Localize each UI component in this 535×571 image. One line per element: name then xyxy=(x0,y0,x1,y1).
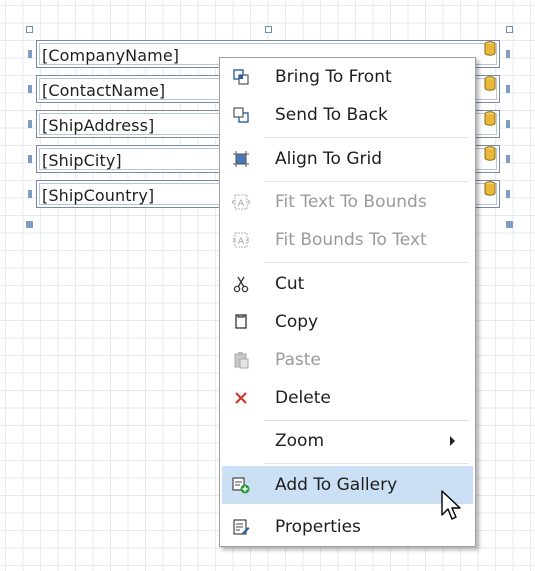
menu-item-paste[interactable]: Paste xyxy=(222,341,473,379)
menu-item-bring-to-front[interactable]: Bring To Front xyxy=(222,58,473,96)
menu-item-label: Send To Back xyxy=(275,105,388,125)
menu-item-label: Fit Bounds To Text xyxy=(275,230,427,250)
selection-handle-bottom-right[interactable] xyxy=(506,221,513,228)
selection-handle-top-center[interactable] xyxy=(265,26,272,33)
menu-separator xyxy=(264,420,469,421)
field-resize-grip-left[interactable] xyxy=(28,190,32,198)
submenu-arrow-icon xyxy=(450,436,455,446)
field-resize-grip-left[interactable] xyxy=(28,155,32,163)
menu-item-label: Zoom xyxy=(275,431,325,451)
menu-item-label: Properties xyxy=(275,517,361,537)
delete-icon xyxy=(235,392,247,404)
fit-bounds-to-text-icon: A xyxy=(232,232,250,248)
menu-separator xyxy=(264,262,469,263)
menu-item-fit-text-to-bounds[interactable]: A Fit Text To Bounds xyxy=(222,183,473,221)
field-resize-grip-right[interactable] xyxy=(506,50,510,58)
database-icon[interactable] xyxy=(484,146,496,161)
menu-item-align-to-grid[interactable]: Align To Grid xyxy=(222,140,473,178)
context-menu: Bring To Front Send To Back Align To Gri… xyxy=(219,57,476,547)
menu-item-label: Bring To Front xyxy=(275,67,392,87)
menu-item-label: Delete xyxy=(275,388,331,408)
cut-icon xyxy=(233,276,249,293)
field-resize-grip-left[interactable] xyxy=(28,120,32,128)
database-icon[interactable] xyxy=(484,76,496,91)
menu-separator xyxy=(264,463,469,464)
database-icon[interactable] xyxy=(484,41,496,56)
align-to-grid-icon xyxy=(233,151,249,167)
menu-item-label: Add To Gallery xyxy=(275,475,398,495)
database-icon[interactable] xyxy=(484,111,496,126)
paste-icon xyxy=(234,352,249,369)
menu-item-label: Fit Text To Bounds xyxy=(275,192,427,212)
add-to-gallery-icon xyxy=(232,477,250,494)
field-label: [ShipAddress] xyxy=(42,116,155,135)
menu-item-label: Align To Grid xyxy=(275,149,383,169)
svg-text:A: A xyxy=(238,237,245,247)
field-resize-grip-right[interactable] xyxy=(506,85,510,93)
selection-handle-top-right[interactable] xyxy=(506,26,513,33)
field-resize-grip-right[interactable] xyxy=(506,190,510,198)
copy-icon xyxy=(235,314,247,329)
field-resize-grip-left[interactable] xyxy=(28,50,32,58)
menu-item-fit-bounds-to-text[interactable]: A Fit Bounds To Text xyxy=(222,221,473,259)
mouse-pointer-icon xyxy=(441,490,461,520)
selection-handle-bottom-left[interactable] xyxy=(26,221,33,228)
menu-item-zoom[interactable]: Zoom xyxy=(222,422,473,460)
send-to-back-icon xyxy=(233,107,249,123)
menu-item-copy[interactable]: Copy xyxy=(222,303,473,341)
menu-item-send-to-back[interactable]: Send To Back xyxy=(222,96,473,134)
database-icon[interactable] xyxy=(484,181,496,196)
menu-item-label: Paste xyxy=(275,350,321,370)
menu-item-label: Cut xyxy=(275,274,305,294)
svg-text:A: A xyxy=(238,199,245,209)
bring-to-front-icon xyxy=(233,69,249,85)
menu-item-delete[interactable]: Delete xyxy=(222,379,473,417)
menu-separator xyxy=(264,137,469,138)
menu-item-cut[interactable]: Cut xyxy=(222,265,473,303)
field-resize-grip-right[interactable] xyxy=(506,120,510,128)
menu-item-properties[interactable]: Properties xyxy=(222,508,473,546)
field-label: [CompanyName] xyxy=(42,46,180,65)
menu-item-add-to-gallery[interactable]: Add To Gallery xyxy=(222,466,473,504)
field-label: [ShipCity] xyxy=(42,151,122,170)
menu-separator xyxy=(264,181,469,182)
properties-icon xyxy=(233,519,250,535)
fit-text-to-bounds-icon: A xyxy=(232,194,250,210)
field-resize-grip-right[interactable] xyxy=(506,155,510,163)
menu-item-label: Copy xyxy=(275,312,319,332)
field-label: [ContactName] xyxy=(42,81,166,100)
selection-handle-top-left[interactable] xyxy=(26,26,33,33)
field-resize-grip-left[interactable] xyxy=(28,85,32,93)
field-label: [ShipCountry] xyxy=(42,186,155,205)
